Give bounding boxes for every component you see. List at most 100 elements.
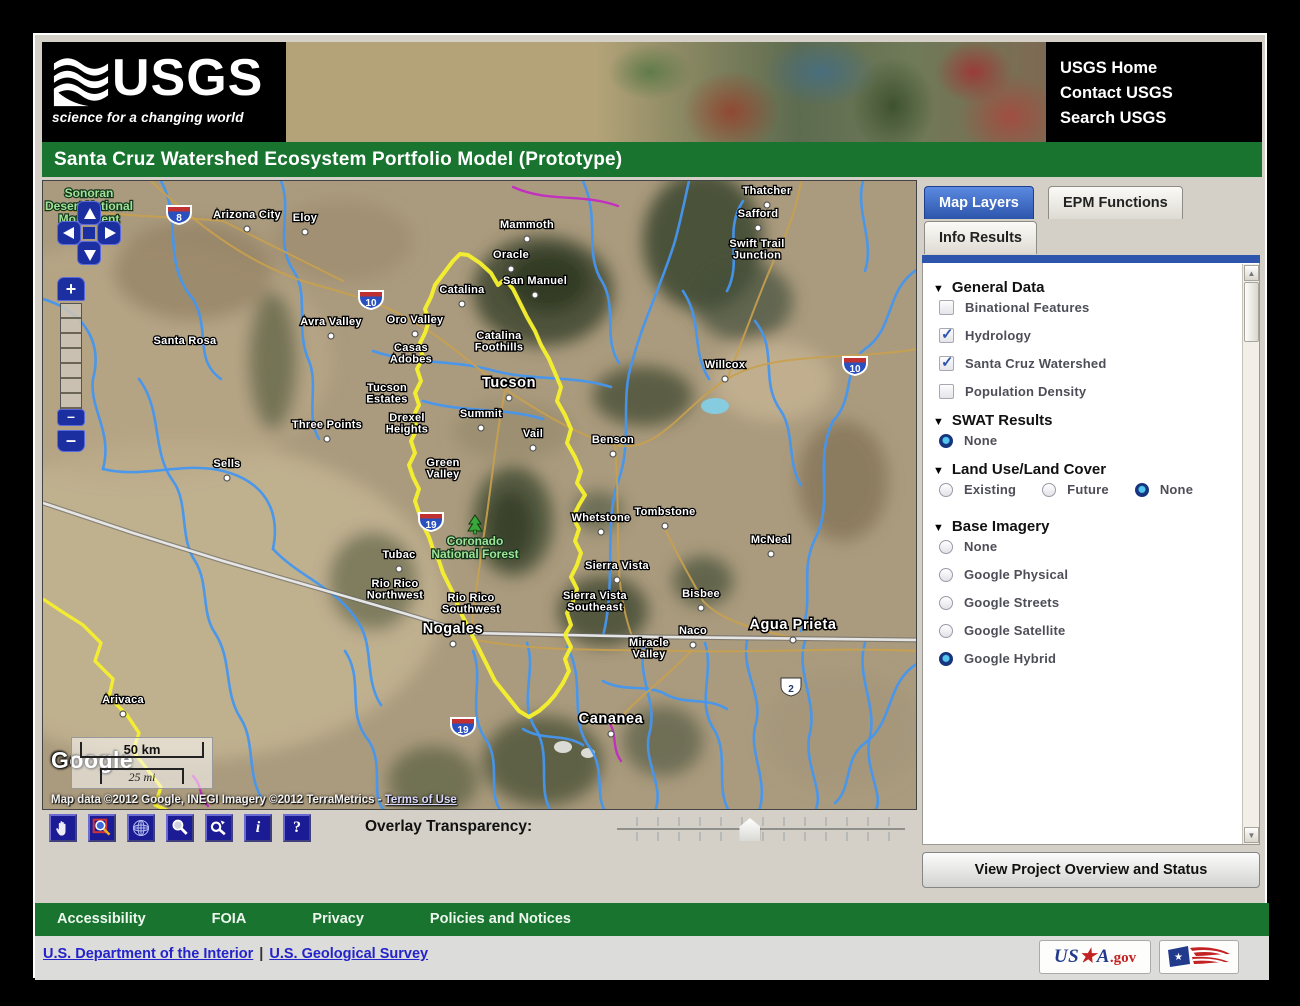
pan-left-button[interactable] bbox=[57, 221, 81, 245]
pan-center[interactable] bbox=[83, 227, 95, 239]
panel-scrollbar[interactable]: ▲ ▼ bbox=[1242, 264, 1259, 844]
layer-option-binational-features[interactable]: Binational Features bbox=[939, 300, 1233, 315]
radio-unselected[interactable] bbox=[939, 596, 953, 610]
svg-text:10: 10 bbox=[849, 364, 861, 375]
svg-text:Valley: Valley bbox=[633, 649, 667, 661]
pan-up-button[interactable] bbox=[77, 201, 101, 225]
usa-gov-logo[interactable]: US★A.gov bbox=[1039, 940, 1151, 974]
tab-accent-bar bbox=[922, 255, 1260, 263]
layer-option-google-physical[interactable]: Google Physical bbox=[939, 567, 1233, 582]
layer-option-none[interactable]: None bbox=[939, 433, 1233, 448]
agency-link-u-s-department-of-the-interior[interactable]: U.S. Department of the Interior bbox=[43, 946, 253, 962]
layer-option-santa-cruz-watershed[interactable]: Santa Cruz Watershed bbox=[939, 356, 1233, 371]
pan-down-button[interactable] bbox=[77, 241, 101, 265]
header-link-contact-usgs[interactable]: Contact USGS bbox=[1060, 81, 1262, 106]
zoom-in-button[interactable]: + bbox=[57, 277, 85, 301]
agency-link-u-s-geological-survey[interactable]: U.S. Geological Survey bbox=[269, 946, 428, 962]
layer-option-existing[interactable]: Existing bbox=[939, 482, 1016, 497]
radio-selected[interactable] bbox=[1135, 483, 1149, 497]
usgs-header: USGS science for a changing world USGS H… bbox=[42, 42, 1262, 142]
radio-unselected[interactable] bbox=[939, 568, 953, 582]
tab-epm-functions[interactable]: EPM Functions bbox=[1048, 186, 1183, 219]
take-pride-flag-logo[interactable]: ★ bbox=[1159, 940, 1239, 974]
svg-text:San Manuel: San Manuel bbox=[503, 275, 567, 287]
terms-of-use-link[interactable]: Terms of Use bbox=[385, 794, 457, 806]
layer-option-population-density[interactable]: Population Density bbox=[939, 384, 1233, 399]
footer-link-accessibility[interactable]: Accessibility bbox=[57, 903, 146, 936]
info-tool-icon[interactable]: i bbox=[244, 814, 272, 842]
svg-text:Thatcher: Thatcher bbox=[743, 185, 792, 197]
scale-mi-label: 25 mi bbox=[100, 768, 184, 784]
svg-text:8: 8 bbox=[176, 213, 182, 224]
layer-option-google-hybrid[interactable]: Google Hybrid bbox=[939, 651, 1233, 666]
checkbox-unchecked[interactable] bbox=[939, 300, 954, 315]
layer-option-label: Google Hybrid bbox=[964, 651, 1056, 666]
zoom-tool-icon[interactable] bbox=[166, 814, 194, 842]
zoom-window-tool-icon[interactable] bbox=[88, 814, 116, 842]
link-separator: | bbox=[259, 946, 263, 962]
map-label-swift-trail-junction: Swift TrailJunction bbox=[729, 238, 784, 262]
scroll-thumb[interactable] bbox=[1244, 282, 1259, 342]
layer-option-google-satellite[interactable]: Google Satellite bbox=[939, 623, 1233, 638]
layer-option-none[interactable]: None bbox=[939, 539, 1233, 554]
usgs-logo[interactable]: USGS science for a changing world bbox=[42, 42, 286, 142]
svg-text:Catalina: Catalina bbox=[439, 284, 485, 296]
scroll-up-button[interactable]: ▲ bbox=[1244, 265, 1259, 281]
radio-selected[interactable] bbox=[939, 652, 953, 666]
collapse-triangle-icon: ▼ bbox=[933, 283, 944, 295]
radio-unselected[interactable] bbox=[939, 540, 953, 554]
radio-unselected[interactable] bbox=[939, 624, 953, 638]
scroll-down-button[interactable]: ▼ bbox=[1244, 827, 1259, 843]
svg-text:★: ★ bbox=[1174, 952, 1183, 963]
svg-text:Tucson: Tucson bbox=[367, 382, 407, 394]
help-tool-icon[interactable]: ? bbox=[283, 814, 311, 842]
zoom-slider-track[interactable] bbox=[60, 303, 82, 413]
pan-hand-tool-icon[interactable] bbox=[49, 814, 77, 842]
svg-text:Estates: Estates bbox=[366, 394, 407, 406]
layer-option-label: Binational Features bbox=[965, 300, 1089, 315]
radio-selected[interactable] bbox=[939, 434, 953, 448]
layer-option-none[interactable]: None bbox=[1135, 482, 1193, 497]
globe-tool-icon[interactable] bbox=[127, 814, 155, 842]
map-label-casas-adobes: CasasAdobes bbox=[390, 342, 432, 366]
section-title: General Data bbox=[952, 279, 1045, 296]
svg-text:Drexel: Drexel bbox=[389, 412, 424, 424]
layer-option-label: Google Physical bbox=[964, 567, 1068, 582]
identify-tool-icon[interactable] bbox=[205, 814, 233, 842]
map-viewport[interactable]: 8101019192 Arizona CityEloyMammothOracle… bbox=[42, 180, 917, 810]
mx-highway-shield-2: 2 bbox=[781, 678, 801, 696]
footer-nav: Accessibility FOIA Privacy Policies and Not… bbox=[35, 903, 1269, 936]
map-label-tucson-estates: TucsonEstates bbox=[366, 382, 407, 406]
svg-text:Miracle: Miracle bbox=[629, 637, 669, 649]
section-header-base-imagery[interactable]: ▼Base Imagery bbox=[933, 518, 1233, 535]
header-link-usgs-home[interactable]: USGS Home bbox=[1060, 56, 1262, 81]
view-project-overview-button[interactable]: View Project Overview and Status bbox=[922, 852, 1260, 888]
checkbox-checked[interactable] bbox=[939, 328, 954, 343]
side-panel: Map Layers EPM Functions Info Results ▼ G… bbox=[922, 183, 1260, 845]
tab-map-layers[interactable]: Map Layers bbox=[924, 186, 1034, 219]
checkbox-checked[interactable] bbox=[939, 356, 954, 371]
section-header-general-data[interactable]: ▼ General Data bbox=[933, 279, 1233, 296]
svg-text:Three Points: Three Points bbox=[292, 419, 362, 431]
footer-link-foia[interactable]: FOIA bbox=[212, 903, 247, 936]
svg-text:Northwest: Northwest bbox=[367, 590, 424, 602]
layer-option-future[interactable]: Future bbox=[1042, 482, 1109, 497]
zoom-out-button[interactable]: – bbox=[57, 430, 85, 452]
overlay-transparency-slider[interactable] bbox=[617, 814, 905, 844]
svg-text:Vail: Vail bbox=[523, 428, 543, 440]
header-link-search-usgs[interactable]: Search USGS bbox=[1060, 106, 1262, 131]
footer-link-policies-and-notices[interactable]: Policies and Notices bbox=[430, 903, 571, 936]
layer-option-label: None bbox=[964, 539, 997, 554]
section-header-land-use-land-cover[interactable]: ▼Land Use/Land Cover bbox=[933, 461, 1233, 478]
radio-unselected[interactable] bbox=[939, 483, 953, 497]
radio-unselected[interactable] bbox=[1042, 483, 1056, 497]
layer-option-hydrology[interactable]: Hydrology bbox=[939, 328, 1233, 343]
section-header-swat-results[interactable]: ▼SWAT Results bbox=[933, 412, 1233, 429]
zoom-slider-handle[interactable]: – bbox=[57, 409, 85, 426]
layer-option-google-streets[interactable]: Google Streets bbox=[939, 595, 1233, 610]
tab-info-results[interactable]: Info Results bbox=[924, 221, 1037, 254]
footer-link-privacy[interactable]: Privacy bbox=[312, 903, 364, 936]
pan-right-button[interactable] bbox=[97, 221, 121, 245]
checkbox-unchecked[interactable] bbox=[939, 384, 954, 399]
mine-tailings bbox=[554, 741, 572, 753]
